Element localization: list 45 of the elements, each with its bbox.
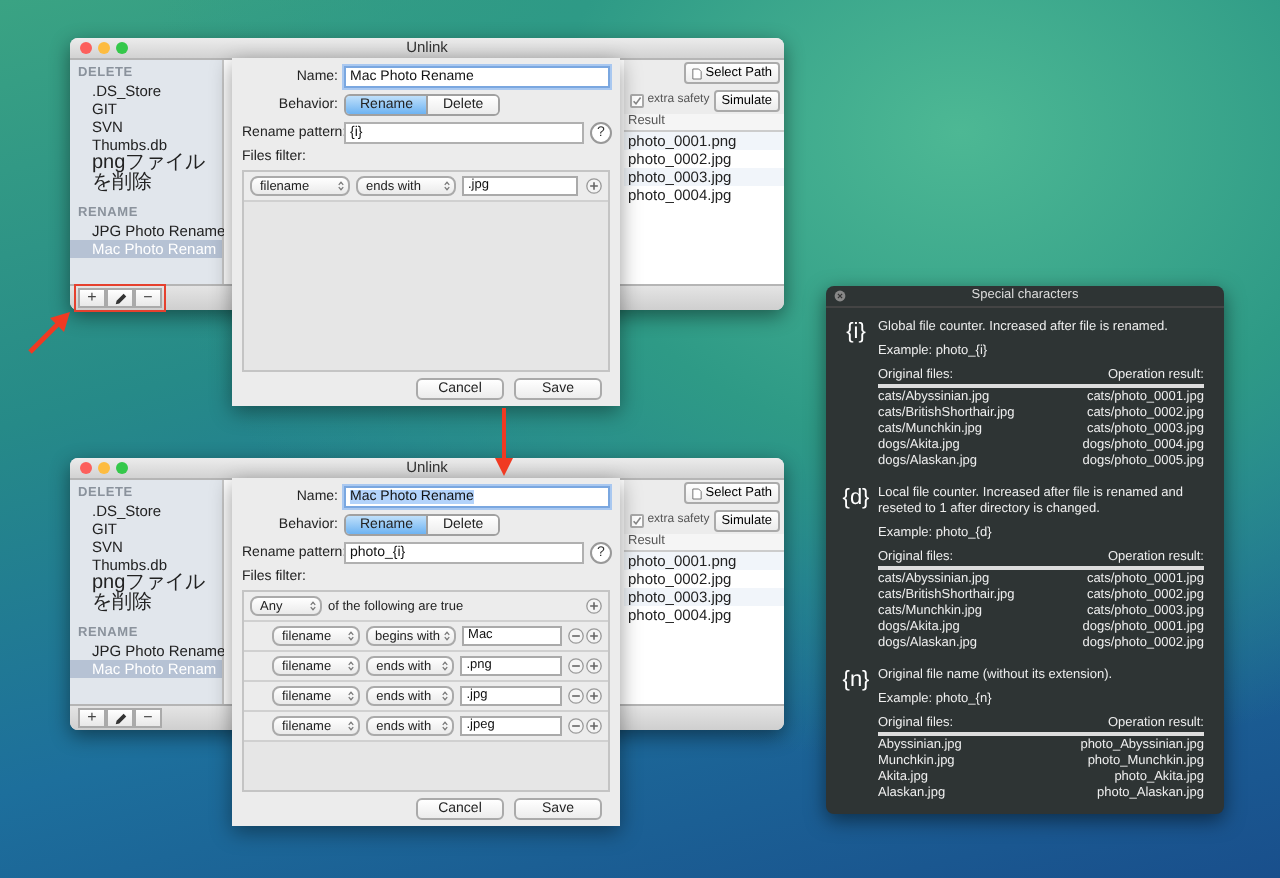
remove-button[interactable]: −	[134, 288, 162, 308]
close-button[interactable]	[80, 462, 92, 474]
checkbox[interactable]	[629, 513, 644, 528]
remove-icon[interactable]	[568, 688, 584, 704]
updown-arrows-icon	[348, 720, 355, 732]
token-label: {d}	[840, 486, 872, 514]
updown-arrows-icon	[442, 690, 449, 702]
edit-button[interactable]	[106, 288, 134, 308]
token-label: {n}	[840, 668, 872, 696]
updown-arrows-icon	[442, 660, 449, 672]
add-button[interactable]: +	[78, 708, 106, 728]
remove-icon[interactable]	[568, 628, 584, 644]
add-icon[interactable]	[586, 718, 602, 734]
add-icon[interactable]	[586, 688, 602, 704]
add-button[interactable]: +	[78, 288, 106, 308]
edit-button[interactable]	[106, 708, 134, 728]
updown-arrows-icon	[347, 630, 353, 642]
document-icon	[691, 67, 702, 80]
add-icon[interactable]	[586, 658, 602, 674]
updown-arrows-icon	[442, 720, 449, 732]
add-icon[interactable]	[586, 178, 602, 194]
updown-arrows-icon	[444, 630, 451, 642]
zoom-button[interactable]	[116, 42, 128, 54]
arrow	[28, 312, 70, 354]
updown-arrows-icon	[444, 180, 450, 192]
updown-arrows-icon	[348, 660, 355, 672]
add-icon[interactable]	[586, 598, 602, 614]
pencil-icon	[113, 711, 127, 725]
pencil-icon	[113, 291, 127, 305]
close-icon[interactable]	[834, 290, 846, 302]
remove-button[interactable]: −	[134, 708, 162, 728]
remove-icon[interactable]	[568, 718, 584, 734]
updown-arrows-icon	[338, 180, 344, 192]
document-icon	[691, 487, 702, 500]
add-icon[interactable]	[586, 628, 602, 644]
close-button[interactable]	[80, 42, 92, 54]
updown-arrows-icon	[348, 690, 355, 702]
checkbox[interactable]	[629, 93, 644, 108]
zoom-button[interactable]	[116, 462, 128, 474]
arrow	[495, 408, 513, 476]
remove-icon[interactable]	[568, 658, 584, 674]
updown-arrows-icon	[310, 600, 316, 612]
sidebar-item[interactable]: pngファイルを削除	[70, 154, 222, 194]
sidebar-item[interactable]: pngファイルを削除	[70, 574, 222, 614]
token-label: {i}	[844, 320, 868, 348]
